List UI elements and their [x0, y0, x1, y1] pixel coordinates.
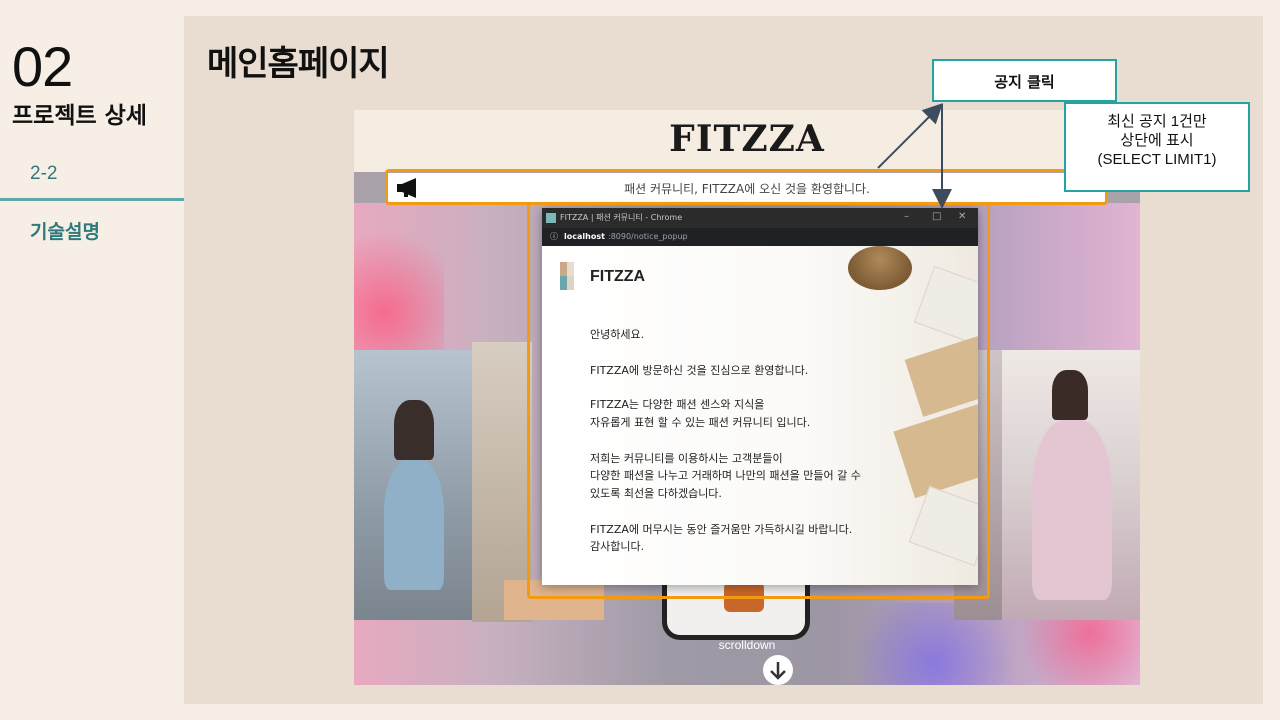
arrow-down-icon	[770, 662, 786, 680]
divider	[0, 198, 184, 201]
fashion-photo	[354, 350, 474, 620]
scroll-label: scrolldown	[718, 638, 776, 652]
fashion-photo	[1002, 350, 1140, 620]
latest-notice-callout: 최신 공지 1건만 상단에 표시 (SELECT LIMIT1)	[1064, 102, 1250, 192]
section-number: 02	[12, 35, 73, 98]
scroll-down-button[interactable]	[763, 655, 793, 685]
callout-text: 최신 공지 1건만	[1107, 113, 1207, 130]
click-notice-callout: 공지 클릭	[932, 59, 1117, 102]
callout-text: 상단에 표시	[1120, 132, 1194, 149]
subsection-title: 기술설명	[30, 221, 100, 243]
callout-text: (SELECT LIMIT1)	[1097, 151, 1217, 168]
popup-highlight-frame	[527, 202, 990, 599]
section-title: 프로젝트 상세	[12, 103, 147, 129]
callout-text: 공지 클릭	[994, 73, 1055, 91]
notice-highlight-frame	[385, 169, 1108, 205]
site-logo[interactable]: FITZZA	[354, 118, 1140, 160]
page-title: 메인홈페이지	[207, 44, 390, 84]
site-header: FITZZA	[354, 110, 1140, 172]
subsection-number: 2-2	[30, 163, 58, 184]
